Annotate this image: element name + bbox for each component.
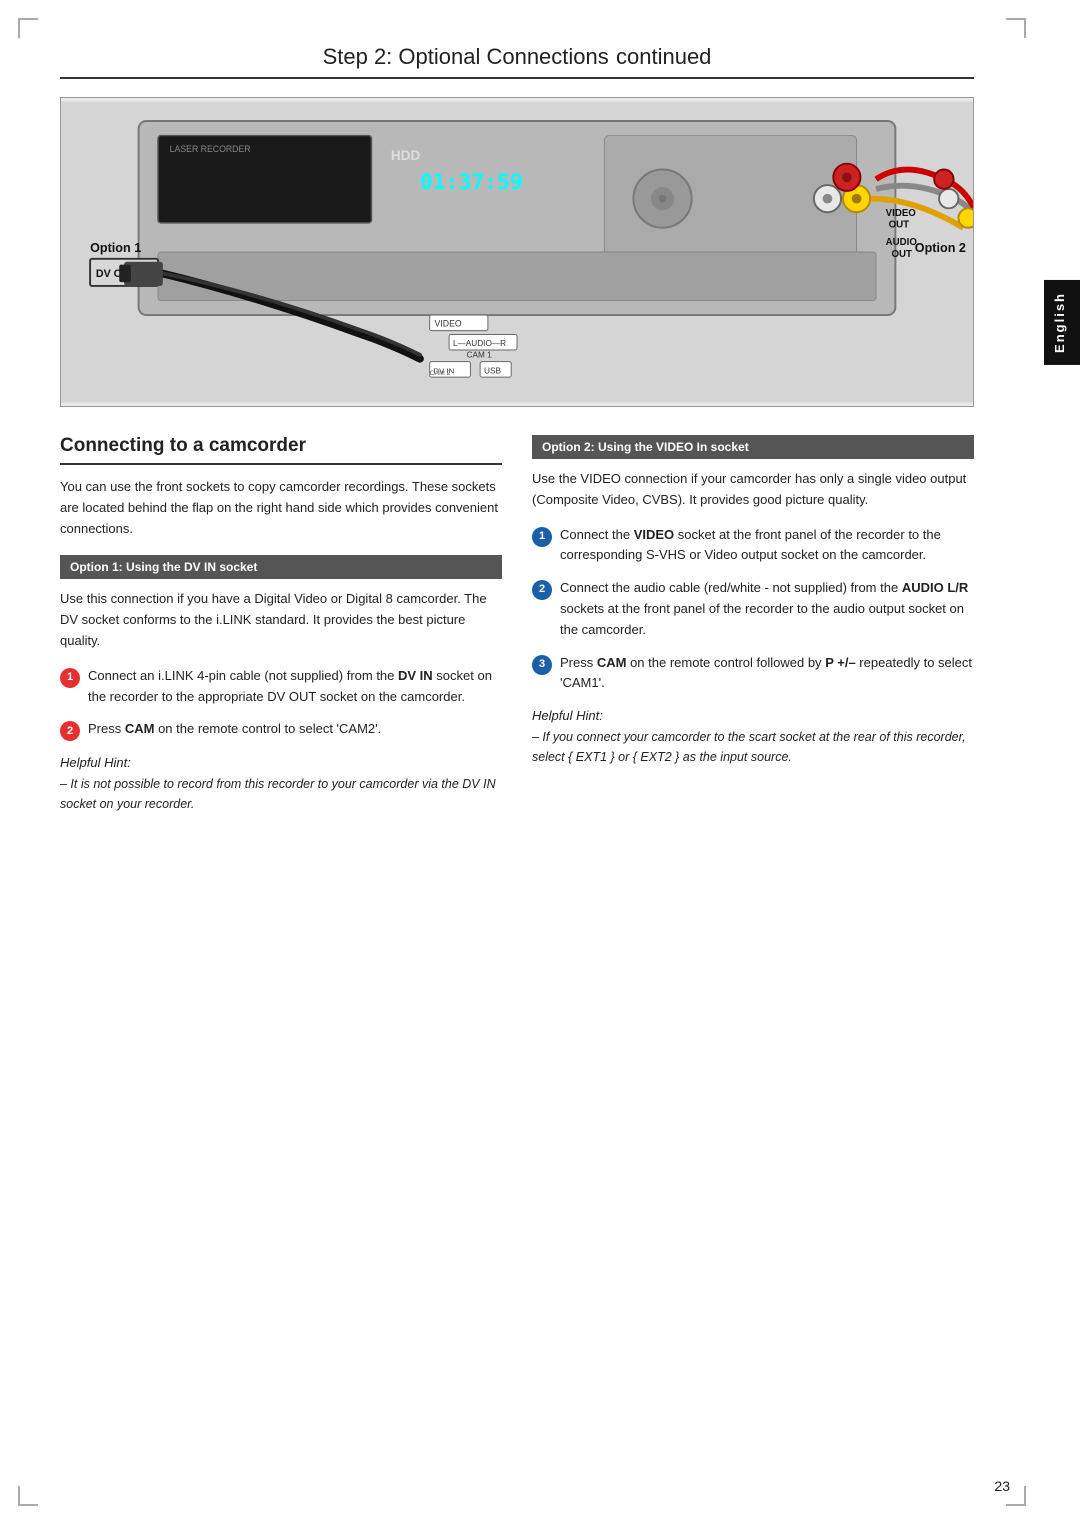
option1-steps: 1 Connect an i.LINK 4-pin cable (not sup… (60, 666, 502, 742)
step-bold: CAM (597, 655, 627, 670)
step-item: 2 Press CAM on the remote control to sel… (60, 719, 502, 741)
step-content-3: Press CAM on the remote control followed… (560, 653, 974, 695)
section-heading: Connecting to a camcorder (60, 435, 502, 465)
step-content-1: Connect the VIDEO socket at the front pa… (560, 525, 974, 567)
option1-text: Use this connection if you have a Digita… (60, 589, 502, 651)
hint-section-right: Helpful Hint: – If you connect your camc… (532, 708, 974, 767)
step-bold: DV IN (398, 668, 433, 683)
svg-text:VIDEO: VIDEO (886, 208, 917, 219)
diagram-area: LASER RECORDER HDD 01:37:59 VIDEO L—AUDI… (60, 97, 974, 407)
svg-text:CAM 1: CAM 1 (467, 351, 493, 360)
hint-title-right: Helpful Hint: (532, 708, 974, 723)
title-suffix: continued (616, 44, 711, 69)
step-bold: AUDIO L/R (902, 580, 968, 595)
svg-text:L—AUDIO—R: L—AUDIO—R (453, 339, 506, 348)
svg-text:HDD: HDD (391, 148, 421, 163)
svg-text:USB: USB (484, 366, 501, 375)
step-number-2: 2 (532, 580, 552, 600)
svg-text:Option 2: Option 2 (915, 241, 966, 255)
option1-box: Option 1: Using the DV IN socket (60, 555, 502, 579)
step-number-2: 2 (60, 721, 80, 741)
corner-mark-bl (18, 1486, 38, 1506)
option2-intro: Use the VIDEO connection if your camcord… (532, 469, 974, 511)
step-number-1: 1 (60, 668, 80, 688)
section-intro: You can use the front sockets to copy ca… (60, 477, 502, 539)
page-title: Step 2: Optional Connections continued (60, 40, 974, 79)
svg-text:AUDIO: AUDIO (886, 237, 918, 248)
page-number: 23 (994, 1478, 1010, 1494)
hint-text-right: – If you connect your camcorder to the s… (532, 727, 974, 767)
svg-text:01:37:59: 01:37:59 (420, 170, 523, 195)
step-item: 2 Connect the audio cable (red/white - n… (532, 578, 974, 640)
option2-box: Option 2: Using the VIDEO In socket (532, 435, 974, 459)
step-bold: VIDEO (634, 527, 674, 542)
hint-title-left: Helpful Hint: (60, 755, 502, 770)
step-bold: P +/– (825, 655, 855, 670)
hint-section-left: Helpful Hint: – It is not possible to re… (60, 755, 502, 814)
step-bold: CAM (125, 721, 155, 736)
step-item: 1 Connect the VIDEO socket at the front … (532, 525, 974, 567)
diagram-svg: LASER RECORDER HDD 01:37:59 VIDEO L—AUDI… (61, 98, 973, 406)
svg-text:VIDEO: VIDEO (435, 319, 462, 329)
left-column: Connecting to a camcorder You can use th… (60, 435, 502, 814)
svg-text:LASER RECORDER: LASER RECORDER (170, 144, 251, 154)
svg-text:OUT: OUT (889, 220, 910, 231)
step-item: 1 Connect an i.LINK 4-pin cable (not sup… (60, 666, 502, 708)
language-tab: English (1044, 280, 1080, 365)
step-item: 3 Press CAM on the remote control follow… (532, 653, 974, 695)
svg-text:CAM 2: CAM 2 (430, 370, 451, 377)
step-content-2: Press CAM on the remote control to selec… (88, 719, 502, 740)
right-column: Option 2: Using the VIDEO In socket Use … (532, 435, 974, 814)
hint-text-left: – It is not possible to record from this… (60, 774, 502, 814)
step-content-2: Connect the audio cable (red/white - not… (560, 578, 974, 640)
step-number-3: 3 (532, 655, 552, 675)
content-columns: Connecting to a camcorder You can use th… (60, 435, 974, 814)
step-content-1: Connect an i.LINK 4-pin cable (not suppl… (88, 666, 502, 708)
svg-text:Option 1: Option 1 (90, 241, 141, 255)
option2-steps: 1 Connect the VIDEO socket at the front … (532, 525, 974, 695)
corner-mark-tl (18, 18, 38, 38)
title-text: Step 2: Optional Connections (323, 44, 609, 69)
corner-mark-tr (1006, 18, 1026, 38)
step-number-1: 1 (532, 527, 552, 547)
svg-text:OUT: OUT (892, 249, 913, 260)
